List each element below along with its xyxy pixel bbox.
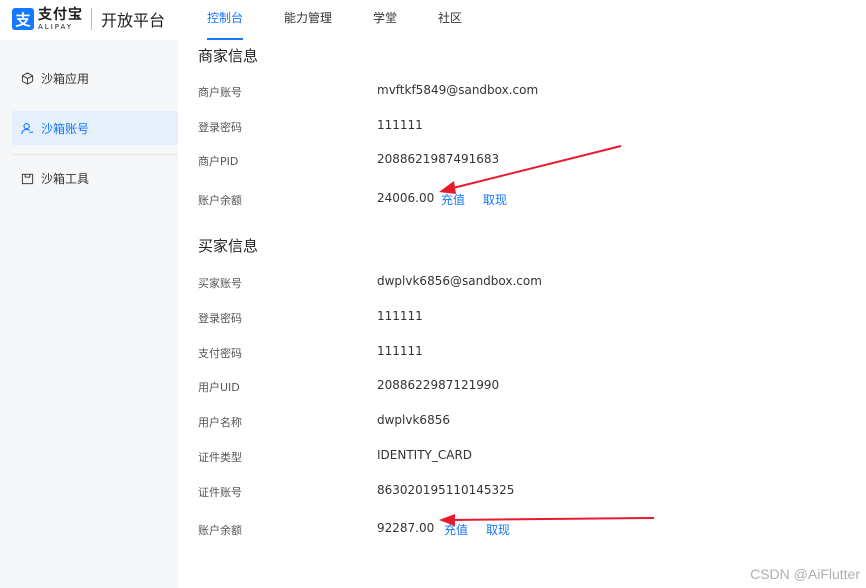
merchant-login-password-label: 登录密码 (198, 121, 242, 134)
merchant-info-title: 商家信息 (198, 47, 259, 65)
sidebar-divider (12, 154, 178, 155)
merchant-recharge-link[interactable]: 充值 (441, 191, 465, 208)
buyer-id-number-value: 863020195110145325 (377, 483, 515, 497)
watermark: CSDN @AiFlutter (750, 566, 860, 582)
logo-divider (91, 8, 92, 30)
sidebar-item-label: 沙箱应用 (41, 71, 90, 86)
merchant-login-password-value: 111111 (377, 118, 423, 132)
buyer-id-type-value: IDENTITY_CARD (377, 448, 473, 462)
buyer-login-password-value: 111111 (377, 309, 423, 323)
merchant-account-value: mvftkf5849@sandbox.com (377, 83, 539, 97)
cube-icon (20, 71, 34, 85)
buyer-balance-arrow (439, 514, 655, 526)
sidebar-item-label: 沙箱账号 (41, 121, 90, 136)
alipay-logo[interactable]: 支 支付宝 ALIPAY 开放平台 (12, 7, 165, 31)
toolbox-icon (20, 171, 34, 185)
merchant-account-label: 商户账号 (198, 86, 242, 99)
nav-academy[interactable]: 学堂 (373, 0, 397, 40)
nav-community[interactable]: 社区 (438, 0, 462, 40)
alipay-logo-icon: 支 (12, 8, 34, 30)
merchant-pid-value: 2088621987491683 (377, 152, 500, 166)
buyer-pay-password-label: 支付密码 (198, 347, 242, 360)
buyer-uid-value: 2088622987121990 (377, 378, 500, 392)
buyer-recharge-link[interactable]: 充值 (444, 521, 468, 538)
sidebar: 沙箱应用 沙箱账号 沙箱工具 (0, 40, 178, 588)
buyer-account-value: dwplvk6856@sandbox.com (377, 274, 542, 288)
buyer-username-value: dwplvk6856 (377, 413, 450, 427)
nav-capability-management[interactable]: 能力管理 (284, 0, 332, 40)
sidebar-item-label: 沙箱工具 (41, 171, 90, 186)
buyer-balance-label: 账户余额 (198, 524, 242, 537)
merchant-balance-label: 账户余额 (198, 194, 242, 207)
nav-console[interactable]: 控制台 (207, 0, 244, 40)
top-bar: 支 支付宝 ALIPAY 开放平台 控制台 能力管理 学堂 社区 (0, 0, 866, 40)
logo-cn: 支付宝 (38, 6, 83, 23)
logo-en: ALIPAY (38, 22, 74, 31)
buyer-id-type-label: 证件类型 (198, 451, 242, 464)
buyer-login-password-label: 登录密码 (198, 312, 242, 325)
merchant-balance-value: 24006.00 (377, 191, 435, 205)
buyer-account-label: 买家账号 (198, 277, 242, 290)
buyer-username-label: 用户名称 (198, 416, 242, 429)
buyer-id-number-label: 证件账号 (198, 486, 242, 499)
buyer-pay-password-value: 111111 (377, 344, 423, 358)
user-icon (20, 121, 34, 135)
sidebar-item-sandbox-account[interactable]: 沙箱账号 (12, 111, 178, 145)
buyer-uid-label: 用户UID (198, 381, 240, 394)
buyer-balance-value: 92287.00 (377, 521, 435, 535)
merchant-pid-label: 商户PID (198, 155, 239, 168)
sidebar-item-sandbox-app[interactable]: 沙箱应用 (12, 61, 178, 95)
merchant-withdraw-link[interactable]: 取现 (483, 191, 507, 208)
buyer-info-title: 买家信息 (198, 237, 259, 255)
sidebar-item-sandbox-tools[interactable]: 沙箱工具 (12, 161, 178, 195)
logo-text: 支付宝 ALIPAY (38, 8, 83, 31)
buyer-withdraw-link[interactable]: 取现 (486, 521, 510, 538)
platform-name: 开放平台 (101, 11, 166, 30)
top-nav: 控制台 能力管理 学堂 社区 (207, 0, 503, 40)
